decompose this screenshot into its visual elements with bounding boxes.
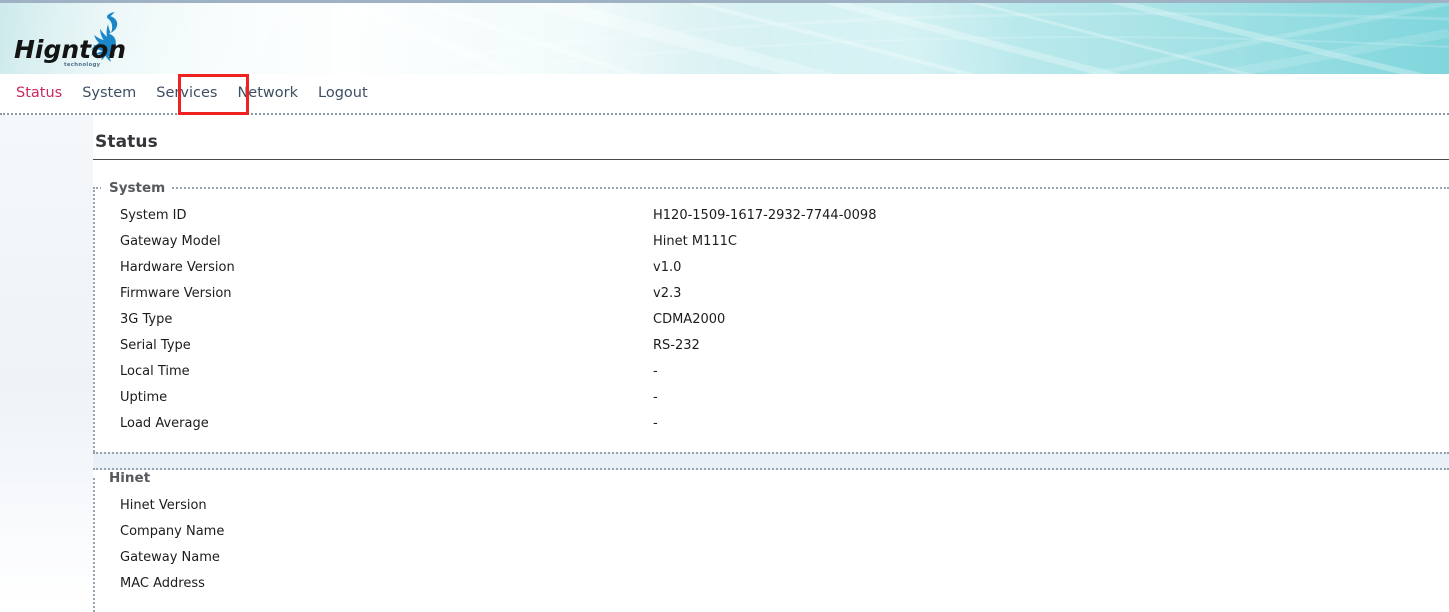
table-row: Serial Type RS-232	[95, 338, 1449, 364]
row-value: -	[653, 364, 658, 379]
table-row: Company Name	[95, 524, 1449, 550]
row-label: Load Average	[95, 416, 653, 431]
table-row: Hinet Version	[95, 498, 1449, 524]
table-row: 3G Type CDMA2000	[95, 312, 1449, 338]
nav-item-logout[interactable]: Logout	[308, 74, 378, 112]
section-divider	[93, 452, 1449, 470]
table-row: Uptime -	[95, 390, 1449, 416]
table-row: Local Time -	[95, 364, 1449, 390]
section-system-legend: System	[101, 180, 171, 196]
row-value: CDMA2000	[653, 312, 725, 327]
content-area: Status System System ID H120-1509-1617-2…	[93, 115, 1449, 612]
left-gutter	[0, 115, 93, 610]
nav-item-services[interactable]: Services	[146, 74, 227, 112]
table-row: MAC Address	[95, 576, 1449, 602]
site-banner: Hignton technology	[0, 0, 1449, 74]
row-label: Company Name	[95, 524, 653, 539]
section-system: System System ID H120-1509-1617-2932-774…	[93, 180, 1449, 452]
row-label: MAC Address	[95, 576, 653, 591]
nav-item-system[interactable]: System	[72, 74, 146, 112]
row-label: Gateway Model	[95, 234, 653, 249]
page-title: Status	[93, 115, 1449, 160]
nav-item-status[interactable]: Status	[6, 74, 72, 112]
row-value: Hinet M111C	[653, 234, 737, 249]
nav-item-network[interactable]: Network	[227, 74, 308, 112]
banner-ray-pattern	[0, 3, 1449, 74]
table-row: Hardware Version v1.0	[95, 260, 1449, 286]
row-label: Hardware Version	[95, 260, 653, 275]
main-navigation: Status System Services Network Logout	[0, 74, 1449, 115]
table-row: Load Average -	[95, 416, 1449, 442]
row-label: Firmware Version	[95, 286, 653, 301]
row-label: 3G Type	[95, 312, 653, 327]
table-row: System ID H120-1509-1617-2932-7744-0098	[95, 208, 1449, 234]
nav-item-logout-wrap: Logout	[308, 74, 378, 112]
row-value: -	[653, 416, 658, 431]
row-value: -	[653, 390, 658, 405]
row-value: v1.0	[653, 260, 681, 275]
section-hinet-rows: Hinet Version Company Name Gateway Name …	[95, 486, 1449, 602]
nav-item-services-wrap: Services	[146, 74, 227, 112]
row-label: Serial Type	[95, 338, 653, 353]
logo-wordmark: Hignton	[14, 35, 126, 64]
row-value: H120-1509-1617-2932-7744-0098	[653, 208, 876, 223]
row-label: Uptime	[95, 390, 653, 405]
table-row: Firmware Version v2.3	[95, 286, 1449, 312]
table-row: Gateway Model Hinet M111C	[95, 234, 1449, 260]
row-value: v2.3	[653, 286, 681, 301]
table-row: Gateway Name	[95, 550, 1449, 576]
row-value: RS-232	[653, 338, 700, 353]
hignton-logo-svg: Hignton technology	[12, 9, 144, 71]
section-system-rows: System ID H120-1509-1617-2932-7744-0098 …	[95, 196, 1449, 442]
nav-list: Status System Services Network Logout	[6, 74, 1449, 112]
row-label: Local Time	[95, 364, 653, 379]
row-label: Gateway Name	[95, 550, 653, 565]
row-label: System ID	[95, 208, 653, 223]
logo-tagline: technology	[64, 62, 101, 68]
brand-logo[interactable]: Hignton technology	[12, 9, 144, 71]
nav-item-network-wrap: Network	[227, 74, 308, 112]
section-hinet: Hinet Hinet Version Company Name Gateway…	[93, 470, 1449, 612]
row-label: Hinet Version	[95, 498, 653, 513]
page-body: Status System System ID H120-1509-1617-2…	[0, 115, 1449, 610]
nav-item-system-wrap: System	[72, 74, 146, 112]
nav-item-status-wrap: Status	[6, 74, 72, 112]
section-hinet-legend: Hinet	[101, 470, 156, 486]
